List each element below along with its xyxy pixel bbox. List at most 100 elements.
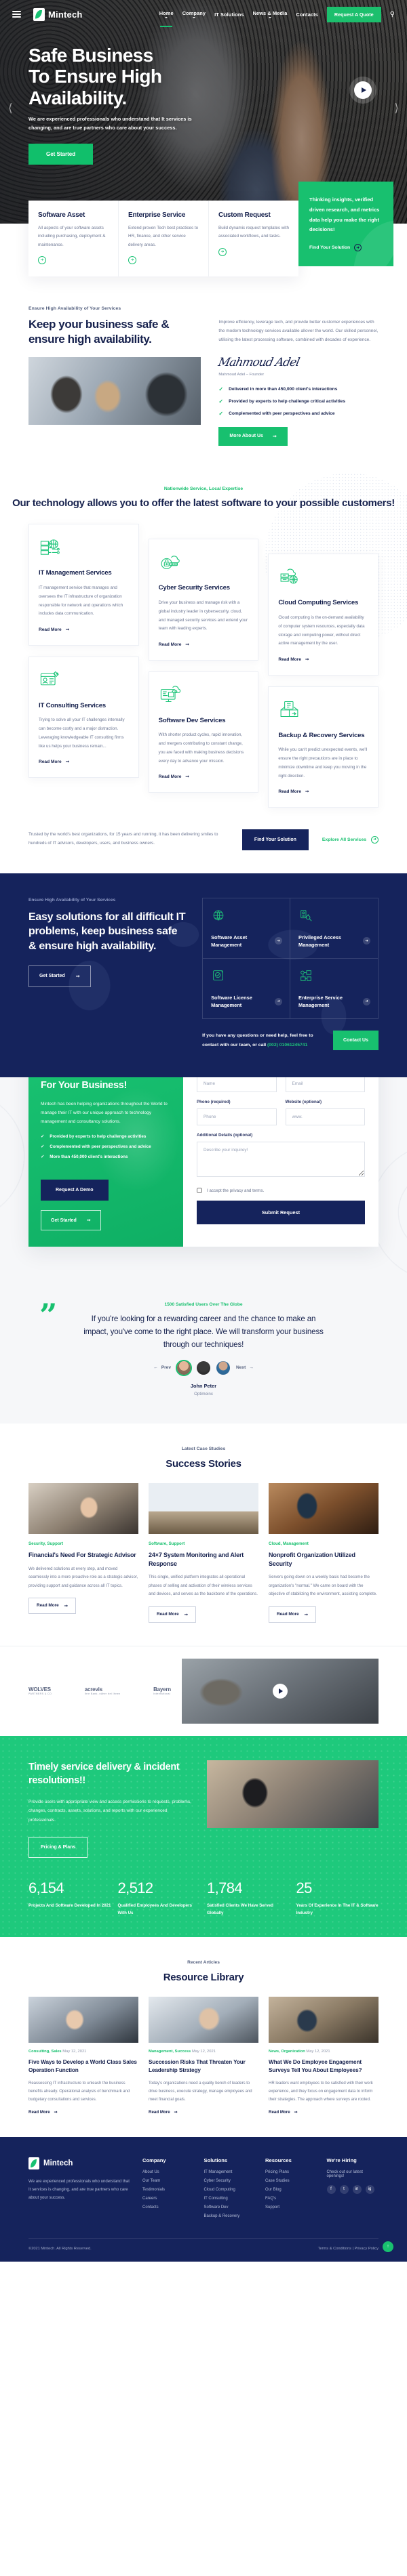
footer-link[interactable]: Cloud Computing: [204, 2188, 256, 2192]
footer-link[interactable]: Our Blog: [265, 2188, 317, 2192]
arrow-right-icon[interactable]: ➜: [363, 997, 370, 1005]
linkedin-icon[interactable]: in: [352, 2184, 362, 2194]
read-more-link[interactable]: Read More ➞: [159, 642, 189, 648]
arrow-right-icon[interactable]: ➜: [128, 255, 136, 264]
instagram-icon[interactable]: ig: [365, 2184, 374, 2194]
more-about-us-button[interactable]: More About Us ➞: [218, 426, 288, 446]
story-title: Nonprofit Organization Utilized Security: [269, 1551, 355, 1567]
phone-input[interactable]: [197, 1108, 277, 1126]
read-more-link[interactable]: Read More ➞: [39, 627, 69, 633]
find-your-solution-button[interactable]: Find Your Solution: [241, 829, 309, 850]
email-input[interactable]: [285, 1077, 365, 1093]
story-card[interactable]: Security, Support Financial's Need For S…: [28, 1482, 138, 1623]
feature-card[interactable]: Software Asset All aspects of your softw…: [28, 201, 119, 276]
resource-read-more-link[interactable]: Read More ➞: [269, 2110, 298, 2115]
solution-cell[interactable]: Privileged Access Management ➜: [290, 898, 378, 959]
service-card[interactable]: IT Management Services IT management ser…: [28, 524, 139, 646]
footer-link[interactable]: IT Consulting: [204, 2197, 256, 2201]
footer-link[interactable]: IT Management: [204, 2170, 256, 2174]
nav-item-home[interactable]: Home: [159, 10, 174, 18]
service-card[interactable]: Software Dev Services With shorter produ…: [148, 671, 259, 793]
footer-link[interactable]: Software Dev: [204, 2205, 256, 2209]
arrow-right-icon[interactable]: ➜: [38, 255, 46, 264]
footer-columns: Company About Us Our Team Testimonials C…: [142, 2157, 379, 2223]
service-card[interactable]: Cyber Security Services Drive your busin…: [148, 539, 259, 661]
nav-item-it-solutions[interactable]: IT Solutions: [214, 12, 244, 18]
avatar[interactable]: [177, 1360, 191, 1375]
hero-play-button[interactable]: [354, 81, 372, 99]
website-input[interactable]: [285, 1108, 365, 1126]
consent-checkbox[interactable]: [197, 1188, 202, 1194]
read-more-link[interactable]: Read More ➞: [159, 774, 189, 780]
resource-card[interactable]: Consulting, Sales May 12, 2021 Five Ways…: [28, 1997, 138, 2117]
facebook-icon[interactable]: f: [326, 2184, 336, 2194]
story-read-more-button[interactable]: Read More ➞: [149, 1606, 197, 1623]
arrow-right-icon[interactable]: ➜: [275, 937, 283, 945]
testimonial-prev-button[interactable]: ← Prev: [153, 1365, 171, 1370]
arrow-right-icon[interactable]: ➜: [218, 247, 227, 256]
story-card[interactable]: Cloud, Management Nonprofit Organization…: [269, 1482, 379, 1623]
explore-all-services-link[interactable]: Explore All Services ➜: [322, 835, 379, 844]
submit-request-button[interactable]: Submit Request: [197, 1201, 365, 1225]
find-your-solution-link[interactable]: Find Your Solution ➜: [309, 244, 383, 252]
pricing-plans-button[interactable]: Pricing & Plans: [28, 1836, 88, 1858]
get-started-button[interactable]: Get Started ➞: [28, 965, 91, 987]
footer-link[interactable]: Cyber Security: [204, 2179, 256, 2183]
testimonial-next-button[interactable]: Next →: [236, 1365, 254, 1370]
footer-link[interactable]: About Us: [142, 2170, 195, 2174]
arrow-right-icon[interactable]: ➜: [363, 937, 370, 945]
details-textarea[interactable]: [197, 1142, 365, 1178]
service-card[interactable]: Cloud Computing Services Cloud computing…: [268, 554, 379, 676]
hero-prev-arrow[interactable]: ⟨: [8, 102, 13, 115]
promo-get-started-button[interactable]: Get Started ➞: [41, 1210, 101, 1231]
footer-legal-links[interactable]: Terms & Conditions | Privacy Policy: [318, 2247, 379, 2251]
nav-item-contacts[interactable]: Contacts: [296, 12, 317, 18]
solution-cell[interactable]: Software License Management ➜: [203, 958, 291, 1019]
footer-link[interactable]: Careers: [142, 2197, 195, 2201]
footer-logo[interactable]: Mintech: [28, 2157, 130, 2169]
footer-link[interactable]: Case Studies: [265, 2179, 317, 2183]
request-demo-button[interactable]: Request A Demo: [41, 1180, 109, 1201]
hamburger-icon[interactable]: [12, 11, 21, 18]
resource-read-more-link[interactable]: Read More ➞: [28, 2110, 58, 2115]
play-icon[interactable]: [273, 1683, 288, 1699]
hero-get-started-button[interactable]: Get Started: [28, 143, 94, 165]
solution-cell[interactable]: Software Asset Management ➜: [203, 898, 291, 959]
read-more-link[interactable]: Read More ➞: [278, 789, 309, 795]
arrow-right-icon[interactable]: ➜: [275, 997, 283, 1005]
request-quote-button[interactable]: Request A Quote: [326, 6, 381, 22]
footer-link[interactable]: Backup & Recovery: [204, 2214, 256, 2218]
resource-card[interactable]: News, Organization May 12, 2021 What We …: [269, 1997, 379, 2117]
avatar[interactable]: [197, 1360, 210, 1375]
footer-link[interactable]: Testimonials: [142, 2188, 195, 2192]
footer-link[interactable]: Pricing Plans: [265, 2170, 317, 2174]
read-more-link[interactable]: Read More ➞: [278, 657, 309, 663]
contact-phone[interactable]: (002) 01061245741: [267, 1043, 307, 1047]
hero-next-arrow[interactable]: ⟩: [394, 102, 399, 115]
read-more-link[interactable]: Read More ➞: [39, 759, 69, 765]
story-read-more-button[interactable]: Read More ➞: [269, 1606, 317, 1623]
footer-link[interactable]: Contacts: [142, 2205, 195, 2209]
avatar[interactable]: [216, 1360, 230, 1375]
twitter-icon[interactable]: t: [339, 2184, 349, 2194]
arrow-up-icon[interactable]: ↑: [383, 2241, 393, 2252]
service-card[interactable]: Backup & Recovery Services While you can…: [268, 686, 379, 808]
search-icon[interactable]: ⚲: [390, 11, 395, 18]
nav-item-company[interactable]: Company: [182, 10, 206, 18]
footer-link[interactable]: Our Team: [142, 2179, 195, 2183]
contact-us-button[interactable]: Contact Us: [333, 1031, 379, 1051]
promo-video[interactable]: [182, 1658, 379, 1724]
solution-cell[interactable]: Enterprise Service Management ➜: [290, 959, 378, 1018]
footer-link[interactable]: Support: [265, 2205, 317, 2209]
resource-read-more-link[interactable]: Read More ➞: [149, 2110, 178, 2115]
resource-card[interactable]: Management, Success May 12, 2021 Success…: [149, 1997, 258, 2117]
service-card[interactable]: IT Consulting Services Trying to solve a…: [28, 656, 139, 778]
footer-link[interactable]: FAQ's: [265, 2197, 317, 2201]
story-read-more-button[interactable]: Read More ➞: [28, 1597, 77, 1614]
brand-logo[interactable]: Mintech: [33, 7, 83, 21]
feature-card[interactable]: Custom Request Build dynamic request tem…: [209, 201, 298, 276]
nav-item-news-media[interactable]: News & Media: [253, 10, 288, 18]
name-input[interactable]: [197, 1077, 277, 1093]
story-card[interactable]: Software, Support 24×7 System Monitoring…: [149, 1482, 258, 1623]
feature-card[interactable]: Enterprise Service Extend proven Tech be…: [119, 201, 209, 276]
